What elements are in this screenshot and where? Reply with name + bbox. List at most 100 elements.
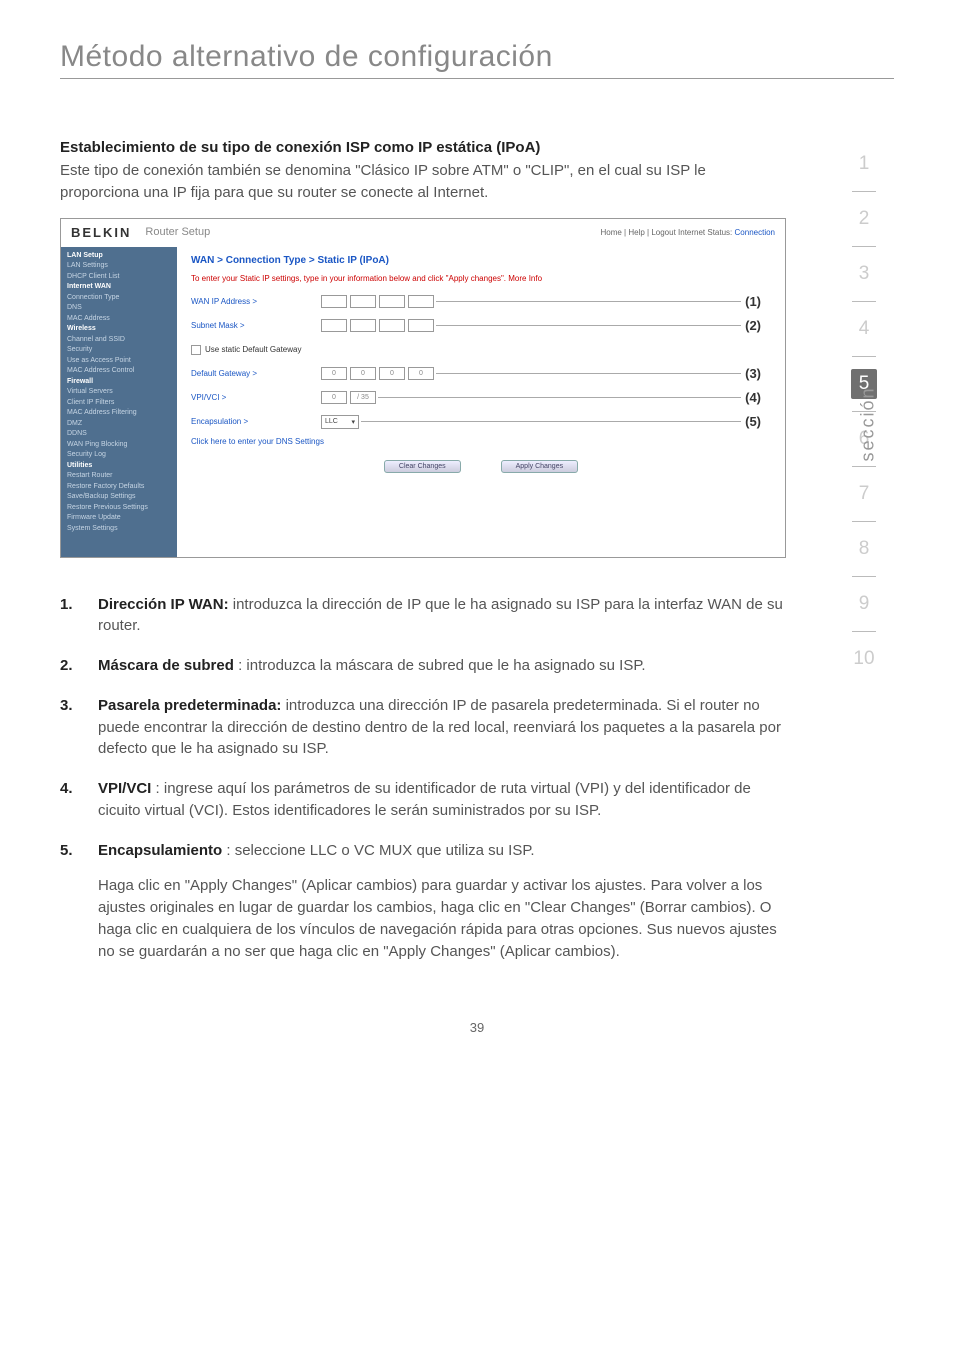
section-nav-divider [852, 356, 876, 357]
screenshot-dns-link[interactable]: Click here to enter your DNS Settings [191, 437, 771, 446]
screenshot-sidebar-item[interactable]: Restore Factory Defaults [67, 482, 171, 493]
list-item: 1.Dirección IP WAN: introduzca la direcc… [60, 594, 786, 638]
intro-paragraph: Este tipo de conexión también se denomin… [60, 160, 786, 204]
screenshot-sidebar-item[interactable]: Internet WAN [67, 282, 171, 293]
screenshot-sidebar-item[interactable]: MAC Address Filtering [67, 408, 171, 419]
screenshot-form-row: Default Gateway >0000(3) [191, 365, 771, 383]
ip-octet-input[interactable] [321, 319, 347, 332]
screenshot-subtitle: Router Setup [145, 226, 210, 238]
select-dropdown[interactable]: LLC ▾ [321, 415, 359, 429]
apply-changes-button[interactable]: Apply Changes [501, 460, 578, 473]
screenshot-sidebar-item[interactable]: Channel and SSID [67, 335, 171, 346]
list-item: 2.Máscara de subred : introduzca la másc… [60, 655, 786, 677]
callout-number: (3) [745, 366, 761, 381]
section-nav-1[interactable]: 1 [851, 149, 877, 179]
list-item-text: Dirección IP WAN: introduzca la direcció… [98, 594, 786, 638]
ip-octet-input[interactable]: 0 [350, 367, 376, 380]
screenshot-sidebar-item[interactable]: DHCP Client List [67, 272, 171, 283]
screenshot-field-label: Encapsulation > [191, 417, 321, 426]
screenshot-top-links: Home | Help | Logout Internet Status: Co… [600, 228, 775, 237]
screenshot-sidebar-item[interactable]: Virtual Servers [67, 387, 171, 398]
title-rule [60, 78, 894, 79]
checkbox[interactable] [191, 345, 201, 355]
screenshot-sidebar-item[interactable]: LAN Settings [67, 261, 171, 272]
screenshot-sidebar-item[interactable]: Wireless [67, 324, 171, 335]
screenshot-sidebar-item[interactable]: DMZ [67, 419, 171, 430]
page-number: 39 [60, 1020, 894, 1035]
ip-octet-input[interactable]: 0 [379, 367, 405, 380]
screenshot-sidebar-item[interactable]: DDNS [67, 429, 171, 440]
ip-octet-input[interactable] [408, 319, 434, 332]
ip-octet-input[interactable] [408, 295, 434, 308]
screenshot-field-label: Default Gateway > [191, 369, 321, 378]
screenshot-sidebar-item[interactable]: LAN Setup [67, 251, 171, 262]
list-item-term: Encapsulamiento [98, 842, 222, 859]
section-nav-2[interactable]: 2 [851, 204, 877, 234]
screenshot-sidebar-item[interactable]: Firmware Update [67, 513, 171, 524]
screenshot-sidebar-item[interactable]: Firewall [67, 377, 171, 388]
list-item-text: Encapsulamiento : seleccione LLC o VC MU… [98, 840, 786, 862]
ip-octet-input[interactable] [379, 319, 405, 332]
ip-octet-input[interactable] [350, 319, 376, 332]
screenshot-sidebar-item[interactable]: DNS [67, 303, 171, 314]
ip-octet-input[interactable] [350, 295, 376, 308]
list-item-number: 3. [60, 695, 98, 760]
screenshot-sidebar-item[interactable]: Utilities [67, 461, 171, 472]
section-nav-divider [852, 521, 876, 522]
section-nav-divider [852, 191, 876, 192]
section-nav-3[interactable]: 3 [851, 259, 877, 289]
screenshot-sidebar-item[interactable]: Restore Previous Settings [67, 503, 171, 514]
screenshot-sidebar-item[interactable]: Connection Type [67, 293, 171, 304]
section-nav-4[interactable]: 4 [851, 314, 877, 344]
list-item-term: Pasarela predeterminada: [98, 697, 281, 714]
ip-octet-input[interactable] [379, 295, 405, 308]
callout-number: (5) [745, 414, 761, 429]
screenshot-sidebar-item[interactable]: Use as Access Point [67, 356, 171, 367]
callout-number: (2) [745, 318, 761, 333]
list-item-number: 4. [60, 778, 98, 822]
page-title: Método alternativo de configuración [60, 40, 894, 74]
screenshot-form-row: WAN IP Address >(1) [191, 293, 771, 311]
section-nav-8[interactable]: 8 [851, 534, 877, 564]
screenshot-sidebar-item[interactable]: Security Log [67, 450, 171, 461]
ip-octet-input[interactable]: 0 [408, 367, 434, 380]
list-item-number: 2. [60, 655, 98, 677]
screenshot-sidebar-item[interactable]: Client IP Filters [67, 398, 171, 409]
callout-number: (4) [745, 390, 761, 405]
section-nav-divider [852, 466, 876, 467]
section-nav-divider [852, 246, 876, 247]
section-nav-10[interactable]: 10 [851, 644, 877, 674]
screenshot-sidebar-item[interactable]: System Settings [67, 524, 171, 535]
text-input[interactable]: / 35 [350, 391, 376, 404]
section-nav-7[interactable]: 7 [851, 479, 877, 509]
rotated-section-label: sección [858, 387, 879, 462]
screenshot-sidebar-item[interactable]: WAN Ping Blocking [67, 440, 171, 451]
list-item-text: VPI/VCI : ingrese aquí los parámetros de… [98, 778, 786, 822]
section-nav-divider [852, 301, 876, 302]
list-item: 3.Pasarela predeterminada: introduzca un… [60, 695, 786, 760]
section-nav-9[interactable]: 9 [851, 589, 877, 619]
screenshot-form-row: Use static Default Gateway [191, 341, 771, 359]
router-screenshot: BELKIN Router Setup Home | Help | Logout… [60, 218, 786, 558]
list-item: 4.VPI/VCI : ingrese aquí los parámetros … [60, 778, 786, 822]
screenshot-logo: BELKIN [71, 225, 131, 240]
screenshot-form-row: Encapsulation >LLC ▾ (5) [191, 413, 771, 431]
screenshot-field-label: VPI/VCI > [191, 393, 321, 402]
screenshot-breadcrumb: WAN > Connection Type > Static IP (IPoA) [191, 255, 771, 266]
list-item-text: Pasarela predeterminada: introduzca una … [98, 695, 786, 760]
clear-changes-button[interactable]: Clear Changes [384, 460, 461, 473]
ip-octet-input[interactable] [321, 295, 347, 308]
screenshot-sidebar-item[interactable]: MAC Address [67, 314, 171, 325]
screenshot-field-label: Subnet Mask > [191, 321, 321, 330]
screenshot-form-row: VPI/VCI >0/ 35 (4) [191, 389, 771, 407]
text-input[interactable]: 0 [321, 391, 347, 404]
screenshot-sidebar-item[interactable]: MAC Address Control [67, 366, 171, 377]
list-item-number: 1. [60, 594, 98, 638]
screenshot-sidebar-item[interactable]: Restart Router [67, 471, 171, 482]
screenshot-sidebar-item[interactable]: Security [67, 345, 171, 356]
list-item-term: Dirección IP WAN: [98, 596, 229, 613]
ip-octet-input[interactable]: 0 [321, 367, 347, 380]
follow-paragraph: Haga clic en "Apply Changes" (Aplicar ca… [98, 875, 786, 962]
screenshot-sidebar-item[interactable]: Save/Backup Settings [67, 492, 171, 503]
section-nav-divider [852, 576, 876, 577]
